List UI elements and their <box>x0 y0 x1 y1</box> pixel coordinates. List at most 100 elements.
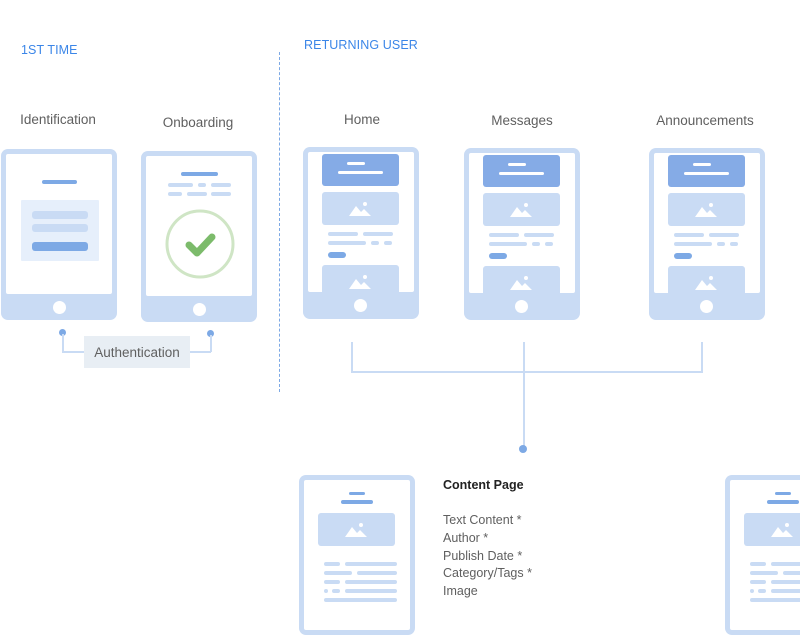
text-line <box>750 589 754 593</box>
text-line <box>324 580 340 584</box>
text-line <box>187 192 207 196</box>
text-line <box>211 183 231 187</box>
image-card <box>668 193 745 226</box>
title-bar <box>767 500 799 504</box>
image-card <box>322 265 399 292</box>
content-page-title: Content Page <box>443 478 524 492</box>
text-line <box>328 232 358 236</box>
header-line <box>499 172 544 175</box>
text-line <box>168 183 193 187</box>
text-line <box>750 562 766 566</box>
text-line <box>345 580 397 584</box>
text-line <box>324 571 352 575</box>
home-button <box>354 299 367 312</box>
image-placeholder-icon <box>349 202 371 216</box>
title-bar <box>42 180 77 184</box>
field-item: Category/Tags * <box>443 566 532 581</box>
text-line <box>524 233 554 237</box>
label-messages: Messages <box>491 113 553 128</box>
header-line <box>508 163 526 166</box>
phone-identification[interactable] <box>1 149 117 320</box>
text-line <box>750 571 778 575</box>
text-line <box>771 589 800 593</box>
phone-screen <box>6 154 112 294</box>
check-icon <box>165 209 235 279</box>
text-line <box>758 589 766 593</box>
image-placeholder-icon <box>695 203 717 217</box>
image-card <box>668 266 745 293</box>
label-announcements: Announcements <box>656 113 754 128</box>
phone-screen <box>730 480 800 630</box>
text-line <box>730 242 738 246</box>
header-card <box>668 155 745 187</box>
phone-content-page-2[interactable] <box>725 475 800 635</box>
phone-screen <box>654 153 760 293</box>
title-bar <box>181 172 218 176</box>
label-onboarding: Onboarding <box>162 115 234 130</box>
text-line <box>532 242 540 246</box>
text-line <box>345 589 397 593</box>
label-home: Home <box>343 112 380 127</box>
text-line <box>384 241 392 245</box>
phone-announcements[interactable] <box>649 148 765 320</box>
text-line <box>324 562 340 566</box>
header-line <box>693 163 711 166</box>
text-line <box>674 233 704 237</box>
phone-content-page[interactable] <box>299 475 415 635</box>
title-bar <box>341 500 373 504</box>
text-line <box>211 192 231 196</box>
submit-button <box>32 242 88 251</box>
text-line <box>168 192 182 196</box>
connector-line <box>351 371 703 373</box>
tag-pill <box>674 253 692 259</box>
connector-line <box>351 342 353 372</box>
image-placeholder-icon <box>345 523 367 537</box>
image-placeholder-icon <box>771 523 793 537</box>
text-line <box>750 580 766 584</box>
header-line <box>338 171 383 174</box>
section-divider <box>279 52 280 392</box>
image-placeholder-icon <box>510 203 532 217</box>
home-button <box>700 300 713 313</box>
text-line <box>332 589 340 593</box>
text-line <box>771 580 800 584</box>
field-item: Author * <box>443 530 489 545</box>
phone-screen <box>308 152 414 292</box>
label-identification: Identification <box>20 112 96 127</box>
text-line <box>324 598 397 602</box>
image-card <box>318 513 395 546</box>
field-item: Text Content * <box>443 513 522 527</box>
header-line <box>347 162 365 165</box>
connector-dot <box>519 445 527 453</box>
text-line <box>783 571 800 575</box>
header-card <box>322 154 399 186</box>
text-line <box>709 233 739 237</box>
connector-line <box>210 335 212 352</box>
text-line <box>371 241 379 245</box>
text-line <box>345 562 397 566</box>
header-card <box>483 155 560 187</box>
connector-line <box>523 372 525 448</box>
text-line <box>324 589 328 593</box>
phone-home[interactable] <box>303 147 419 319</box>
image-card <box>744 513 800 546</box>
image-placeholder-icon <box>510 276 532 290</box>
phone-screen <box>469 153 575 293</box>
home-button <box>515 300 528 313</box>
text-line <box>674 242 712 246</box>
image-card <box>483 266 560 293</box>
image-card <box>483 193 560 226</box>
image-card <box>322 192 399 225</box>
phone-onboarding[interactable] <box>141 151 257 322</box>
text-line <box>717 242 725 246</box>
authentication-box: Authentication <box>84 336 190 368</box>
phone-messages[interactable] <box>464 148 580 320</box>
text-line <box>363 232 393 236</box>
connector-line <box>523 342 525 372</box>
tag-pill <box>328 252 346 258</box>
text-line <box>328 241 366 245</box>
section-title-first-time: 1ST TIME <box>21 43 78 57</box>
phone-screen <box>146 156 252 296</box>
connector-line <box>701 342 703 372</box>
connector-line <box>62 351 84 353</box>
